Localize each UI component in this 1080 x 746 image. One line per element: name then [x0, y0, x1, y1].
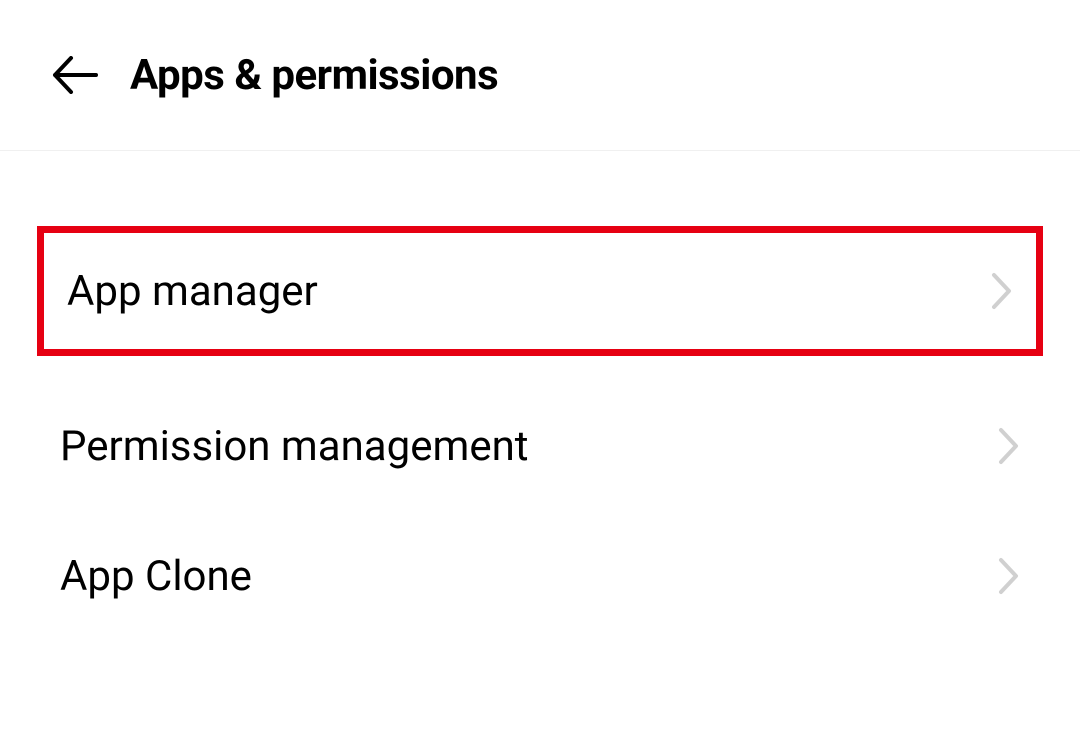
- chevron-right-icon: [998, 557, 1020, 595]
- content: App manager Permission management App Cl…: [0, 151, 1080, 641]
- list-item-app-clone[interactable]: App Clone: [0, 511, 1080, 641]
- back-button[interactable]: [50, 50, 100, 100]
- list-item-permission-management[interactable]: Permission management: [0, 381, 1080, 511]
- header: Apps & permissions: [0, 0, 1080, 151]
- page-title: Apps & permissions: [130, 51, 498, 100]
- back-arrow-icon: [52, 56, 98, 94]
- list-item-app-manager[interactable]: App manager: [37, 226, 1043, 356]
- chevron-right-icon: [998, 427, 1020, 465]
- list-item-label: App Clone: [60, 552, 252, 601]
- chevron-right-icon: [991, 272, 1013, 310]
- list-item-label: App manager: [67, 267, 318, 316]
- list-item-label: Permission management: [60, 422, 529, 471]
